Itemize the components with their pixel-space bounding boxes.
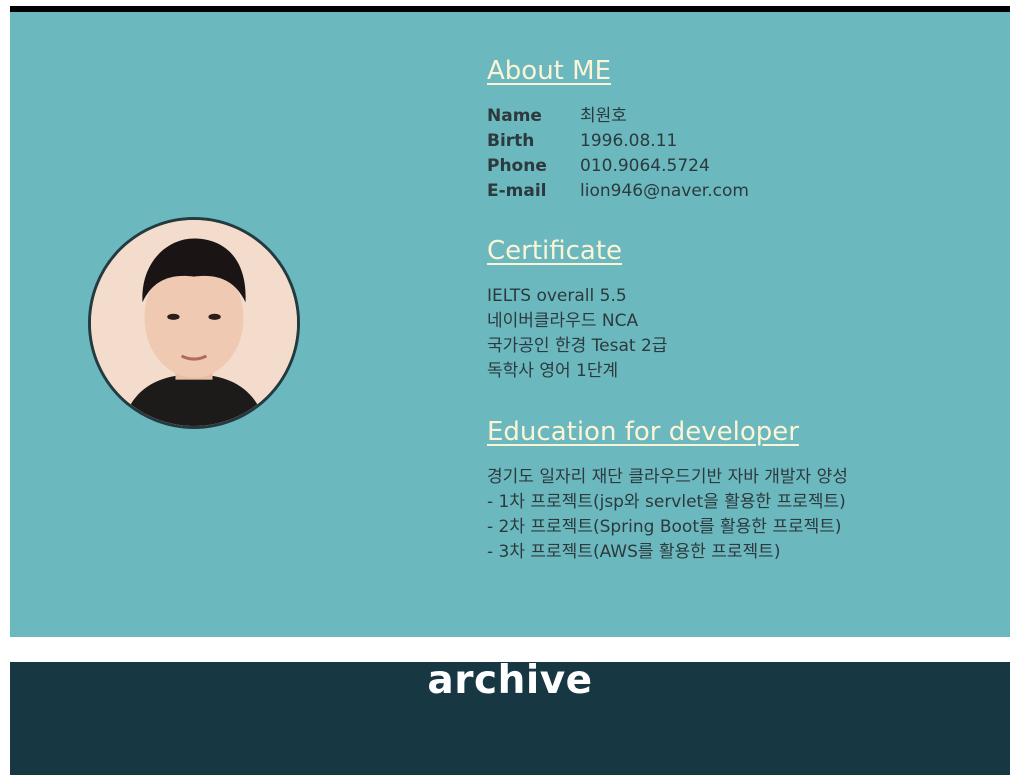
field-birth-row: Birth 1996.08.11	[487, 129, 749, 154]
field-value: 최원호	[580, 106, 627, 126]
field-label: Birth	[487, 131, 535, 151]
education-block: Education for developer 경기도 일자리 재단 클라우드기…	[487, 415, 848, 565]
list-item: - 2차 프로젝트(Spring Boot를 활용한 프로젝트)	[487, 517, 842, 537]
education-list: 경기도 일자리 재단 클라우드기반 자바 개발자 양성 - 1차 프로젝트(js…	[487, 465, 848, 565]
archive-title: archive	[427, 658, 593, 703]
list-item: 독학사 영어 1단계	[487, 361, 619, 381]
education-title: Education for developer	[487, 417, 799, 447]
archive-section: archive	[10, 658, 1010, 775]
list-item: 국가공인 한경 Tesat 2급	[487, 336, 668, 356]
certificate-block: Certificate IELTS overall 5.5 네이버클라우드 NC…	[487, 234, 667, 384]
profile-fields: Name 최원호 Birth 1996.08.11 Phone 010.9064…	[487, 104, 749, 204]
profile-photo	[88, 217, 300, 429]
list-item: 경기도 일자리 재단 클라우드기반 자바 개발자 양성	[487, 467, 848, 487]
field-phone-row: Phone 010.9064.5724	[487, 154, 749, 179]
field-email-row: E-mail lion946@naver.com	[487, 179, 749, 204]
field-value: 1996.08.11	[580, 131, 678, 151]
list-item: - 3차 프로젝트(AWS를 활용한 프로젝트)	[487, 542, 781, 562]
list-item: 네이버클라우드 NCA	[487, 311, 639, 331]
certificate-title: Certificate	[487, 236, 623, 266]
about-info: About ME Name 최원호 Birth 1996.08.11 Phone…	[487, 54, 987, 204]
field-name-row: Name 최원호	[487, 104, 749, 129]
list-item: - 1차 프로젝트(jsp와 servlet을 활용한 프로젝트)	[487, 492, 846, 512]
field-value: 010.9064.5724	[580, 156, 710, 176]
profile-photo-illustration	[91, 220, 297, 426]
field-value: lion946@naver.com	[580, 181, 749, 201]
list-item: IELTS overall 5.5	[487, 286, 627, 306]
field-label: Name	[487, 106, 542, 126]
field-label: Phone	[487, 156, 547, 176]
field-label: E-mail	[487, 181, 547, 201]
about-title: About ME	[487, 56, 611, 86]
certificate-list: IELTS overall 5.5 네이버클라우드 NCA 국가공인 한경 Te…	[487, 284, 667, 384]
about-section: About ME Name 최원호 Birth 1996.08.11 Phone…	[10, 12, 1010, 637]
